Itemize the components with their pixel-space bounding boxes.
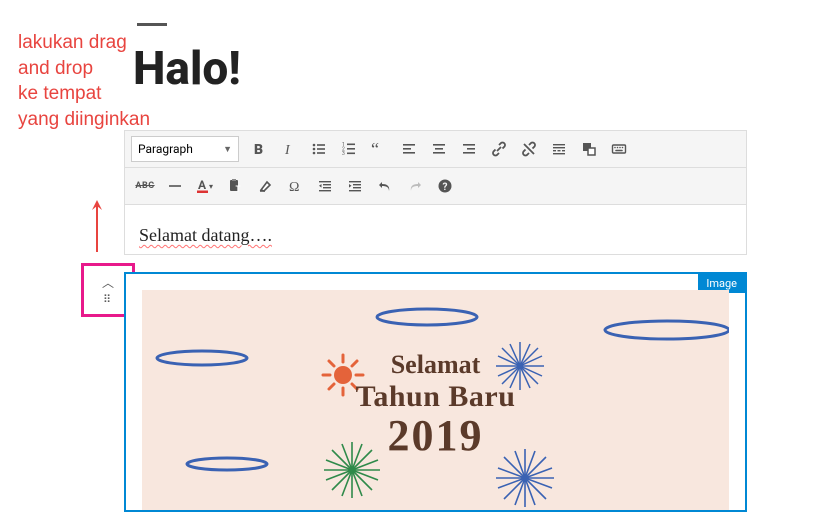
link-button[interactable] [485, 135, 513, 163]
indent-button[interactable] [341, 172, 369, 200]
svg-text:?: ? [443, 182, 448, 193]
insert-more-button[interactable] [545, 135, 573, 163]
format-select[interactable]: Paragraph ▼ [131, 136, 239, 162]
keyboard-button[interactable] [605, 135, 633, 163]
image-content: Selamat Tahun Baru 2019 [142, 290, 729, 512]
toolbar-row-2: ABC A▾ T Ω ? [125, 168, 746, 205]
chevron-up-icon: ︿ [102, 277, 114, 289]
page-title[interactable]: Halo! [133, 42, 241, 96]
svg-text:A: A [198, 178, 207, 192]
cloud-icon [152, 348, 252, 368]
text-editor: Paragraph ▼ B I 123 “ ABC A▾ T Ω ? Selam… [124, 130, 747, 255]
greeting-line-1: Selamat [306, 350, 566, 380]
title-handle [137, 23, 167, 26]
align-left-button[interactable] [395, 135, 423, 163]
toolbar-row-1: Paragraph ▼ B I 123 “ [125, 131, 746, 168]
svg-text:Ω: Ω [289, 180, 299, 194]
editor-content[interactable]: Selamat datang…. [125, 205, 746, 254]
italic-button[interactable]: I [275, 135, 303, 163]
image-block[interactable]: Image Selamat Tahun Baru 2019 [124, 272, 747, 512]
special-character-button[interactable]: Ω [281, 172, 309, 200]
undo-button[interactable] [371, 172, 399, 200]
clear-formatting-button[interactable] [251, 172, 279, 200]
paste-text-button[interactable]: T [221, 172, 249, 200]
content-text: Selamat datang…. [139, 225, 272, 245]
greeting-text: Selamat Tahun Baru 2019 [306, 350, 566, 461]
redo-button[interactable] [401, 172, 429, 200]
annotation-line: ke tempat [18, 83, 101, 104]
annotation-text: lakukan drag and drop ke tempat yang dii… [18, 30, 150, 133]
grip-dots-icon: ⠿ [103, 297, 113, 304]
unlink-button[interactable] [515, 135, 543, 163]
svg-text:B: B [254, 142, 263, 157]
cloud-icon [182, 455, 272, 473]
cloud-icon [372, 306, 482, 328]
greeting-line-2: Tahun Baru [306, 380, 566, 414]
numbered-list-button[interactable]: 123 [335, 135, 363, 163]
strikethrough-button[interactable]: ABC [131, 172, 159, 200]
align-center-button[interactable] [425, 135, 453, 163]
annotation-line: lakukan drag [18, 32, 127, 53]
bold-button[interactable]: B [245, 135, 273, 163]
annotation-line: and drop [18, 58, 93, 79]
svg-text:T: T [236, 185, 241, 194]
cloud-icon [597, 318, 729, 342]
horizontal-rule-button[interactable] [161, 172, 189, 200]
chevron-down-icon: ▼ [223, 144, 232, 155]
toolbar-toggle-button[interactable] [575, 135, 603, 163]
bulleted-list-button[interactable] [305, 135, 333, 163]
outdent-button[interactable] [311, 172, 339, 200]
arrow-up-icon [88, 198, 106, 258]
align-right-button[interactable] [455, 135, 483, 163]
svg-text:“: “ [371, 141, 379, 157]
svg-text:I: I [284, 143, 291, 157]
annotation-line: yang diinginkan [18, 109, 150, 130]
text-color-button[interactable]: A▾ [191, 172, 219, 200]
format-select-label: Paragraph [138, 142, 193, 156]
help-button[interactable]: ? [431, 172, 459, 200]
svg-text:3: 3 [342, 151, 345, 157]
svg-text:▾: ▾ [209, 182, 213, 191]
greeting-line-3: 2019 [306, 410, 566, 461]
blockquote-button[interactable]: “ [365, 135, 393, 163]
